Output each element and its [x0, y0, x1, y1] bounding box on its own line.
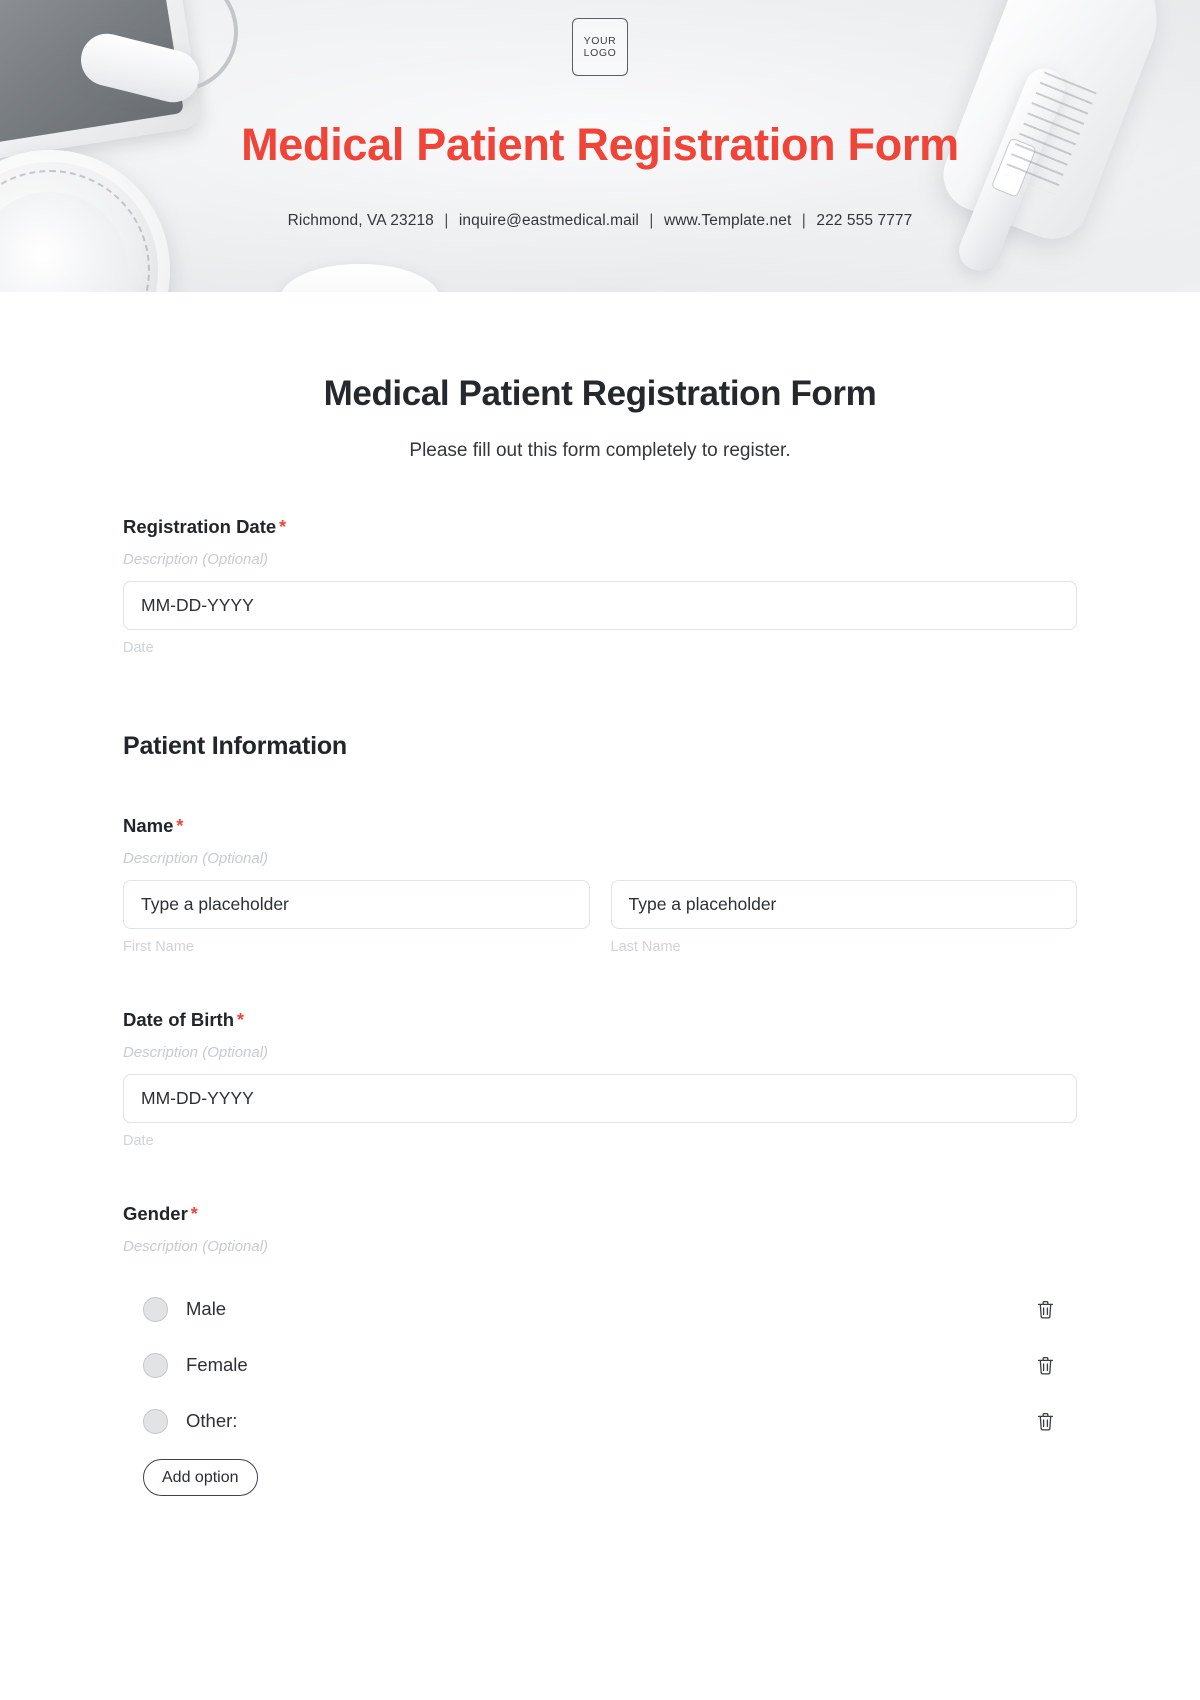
add-option-button[interactable]: Add option — [143, 1459, 258, 1496]
registration-date-hint: Date — [123, 640, 154, 656]
logo-placeholder: YOUR LOGO — [572, 18, 628, 76]
last-name-column: Last Name — [610, 880, 1077, 955]
required-asterisk: * — [237, 1010, 245, 1030]
trash-icon — [1037, 1300, 1053, 1319]
radio-icon[interactable] — [143, 1408, 168, 1434]
contact-email: inquire@eastmedical.mail — [458, 212, 639, 229]
field-gender: Gender * Description (Optional) Male Fema… — [123, 1203, 1077, 1496]
date-of-birth-description: Description (Optional) — [123, 1044, 269, 1061]
contact-separator-2: | — [649, 212, 654, 229]
required-asterisk: * — [190, 1204, 198, 1224]
date-of-birth-hint: Date — [123, 1133, 154, 1149]
date-of-birth-input[interactable] — [123, 1074, 1077, 1123]
registration-date-label: Registration Date * — [123, 516, 1077, 538]
option-label: Other: — [186, 1410, 238, 1431]
last-name-hint: Last Name — [610, 939, 681, 955]
trash-icon — [1037, 1412, 1053, 1431]
contact-separator-3: | — [801, 212, 806, 229]
banner-contact-line: Richmond, VA 23218 | inquire@eastmedical… — [288, 212, 913, 230]
registration-date-description: Description (Optional) — [123, 551, 269, 568]
delete-option-button[interactable] — [1032, 1408, 1058, 1434]
contact-address: Richmond, VA 23218 — [287, 212, 434, 229]
header-banner: YOUR LOGO Medical Patient Registration F… — [0, 0, 1200, 292]
logo-line-1: YOUR — [583, 34, 617, 47]
field-registration-date: Registration Date * Description (Optional… — [123, 516, 1077, 656]
contact-separator-1: | — [444, 212, 449, 229]
first-name-column: First Name — [123, 880, 590, 955]
last-name-input[interactable] — [610, 880, 1077, 929]
form-body: Medical Patient Registration Form Please… — [0, 374, 1200, 1496]
option-row[interactable]: Female — [123, 1337, 1077, 1393]
page-title: Medical Patient Registration Form — [323, 374, 877, 413]
contact-phone: 222 555 7777 — [816, 212, 913, 229]
option-label: Male — [186, 1298, 227, 1319]
name-inputs-row: First Name Last Name — [123, 880, 1077, 955]
registration-date-input[interactable] — [123, 581, 1077, 630]
name-label-text: Name — [123, 815, 174, 836]
field-date-of-birth: Date of Birth* Description (Optional) Da… — [123, 1009, 1077, 1149]
name-label: Name * — [123, 815, 1077, 837]
trash-icon — [1037, 1356, 1053, 1375]
section-heading-patient-information: Patient Information — [123, 732, 347, 760]
option-row[interactable]: Other: — [123, 1393, 1077, 1449]
gender-label: Gender * — [123, 1203, 1077, 1225]
gender-label-text: Gender — [123, 1203, 188, 1224]
option-label: Female — [186, 1354, 248, 1375]
radio-icon[interactable] — [143, 1352, 168, 1378]
banner-title: Medical Patient Registration Form — [241, 119, 959, 170]
option-row[interactable]: Male — [123, 1281, 1077, 1337]
contact-website: www.Template.net — [663, 212, 792, 229]
radio-icon[interactable] — [143, 1296, 168, 1322]
first-name-hint: First Name — [123, 939, 194, 955]
field-name: Name* Description (Optional) First Name … — [123, 815, 1077, 955]
required-asterisk: * — [176, 816, 184, 836]
gender-description: Description (Optional) — [123, 1238, 269, 1255]
gender-options-list: Male Female Other: — [123, 1281, 1077, 1449]
delete-option-button[interactable] — [1032, 1296, 1058, 1322]
date-of-birth-label-text: Date of Birth — [123, 1009, 234, 1030]
name-description: Description (Optional) — [123, 850, 269, 867]
delete-option-button[interactable] — [1032, 1352, 1058, 1378]
registration-date-label-text: Registration Date — [123, 516, 277, 537]
first-name-input[interactable] — [123, 880, 590, 929]
required-asterisk: * — [279, 517, 287, 537]
date-of-birth-label: Date of Birth * — [123, 1009, 1077, 1031]
logo-line-2: LOGO — [583, 47, 617, 59]
page-subtitle: Please fill out this form completely to … — [409, 440, 791, 461]
